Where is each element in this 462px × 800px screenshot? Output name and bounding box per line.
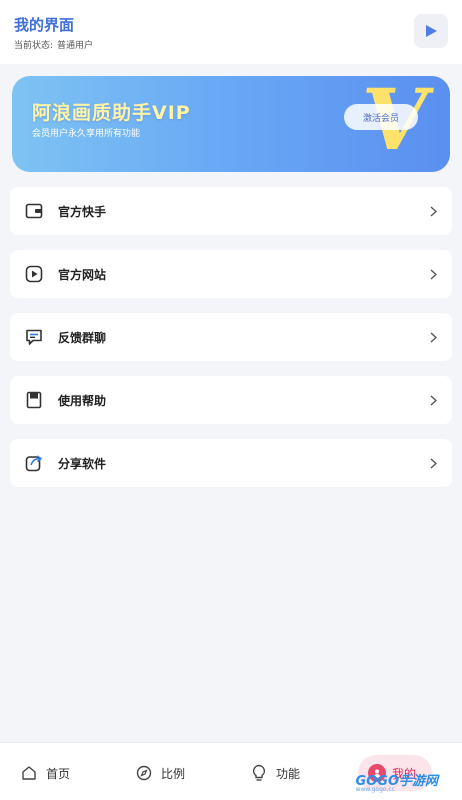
share-icon [24, 453, 44, 473]
menu-item-label: 使用帮助 [58, 393, 107, 408]
wallet-icon [24, 201, 44, 221]
vip-title: 阿浪画质助手VIP [32, 102, 191, 124]
home-icon [20, 764, 38, 782]
play-square-icon [24, 264, 44, 284]
header: 我的界面 当前状态: 普通用户 [0, 0, 462, 64]
status-label: 当前状态: [14, 41, 54, 51]
compass-icon [135, 764, 153, 782]
activate-vip-button[interactable]: 激活会员 [344, 104, 418, 130]
status-value: 普通用户 [57, 41, 94, 51]
menu-item-kuaishou[interactable]: 官方快手 [10, 187, 452, 235]
chevron-right-icon [428, 457, 438, 469]
menu-item-website[interactable]: 官方网站 [10, 250, 452, 298]
chevron-right-icon [428, 205, 438, 217]
user-status: 当前状态: 普通用户 [14, 38, 97, 51]
chevron-right-icon [428, 268, 438, 280]
chevron-right-icon [428, 331, 438, 343]
chat-icon [24, 327, 44, 347]
menu-item-label: 官方网站 [58, 267, 107, 282]
watermark-url: www.gogo.cc [355, 786, 395, 793]
page-title: 我的界面 [14, 16, 75, 34]
menu-item-label: 反馈群聊 [58, 330, 107, 345]
play-button[interactable] [414, 14, 448, 48]
menu-item-help[interactable]: 使用帮助 [10, 376, 452, 424]
tab-home[interactable]: 首页 [20, 759, 70, 787]
tab-ratio[interactable]: 比例 [135, 759, 185, 787]
chevron-right-icon [428, 394, 438, 406]
tab-features[interactable]: 功能 [250, 759, 300, 787]
tab-label: 首页 [46, 766, 71, 781]
menu-item-feedback-group[interactable]: 反馈群聊 [10, 313, 452, 361]
bulb-icon [250, 764, 268, 782]
menu-item-share[interactable]: 分享软件 [10, 439, 452, 487]
tab-label: 功能 [276, 766, 301, 781]
tab-label: 比例 [161, 766, 186, 781]
vip-subtitle: 会员用户永久享用所有功能 [32, 129, 141, 139]
watermark-logo: GOGO手游网 www.gogo.cc [356, 770, 438, 793]
book-icon [24, 390, 44, 410]
menu-item-label: 分享软件 [58, 456, 107, 471]
menu-item-label: 官方快手 [58, 204, 107, 219]
play-icon [426, 25, 437, 37]
vip-banner[interactable]: V 阿浪画质助手VIP 会员用户永久享用所有功能 激活会员 [12, 76, 450, 172]
